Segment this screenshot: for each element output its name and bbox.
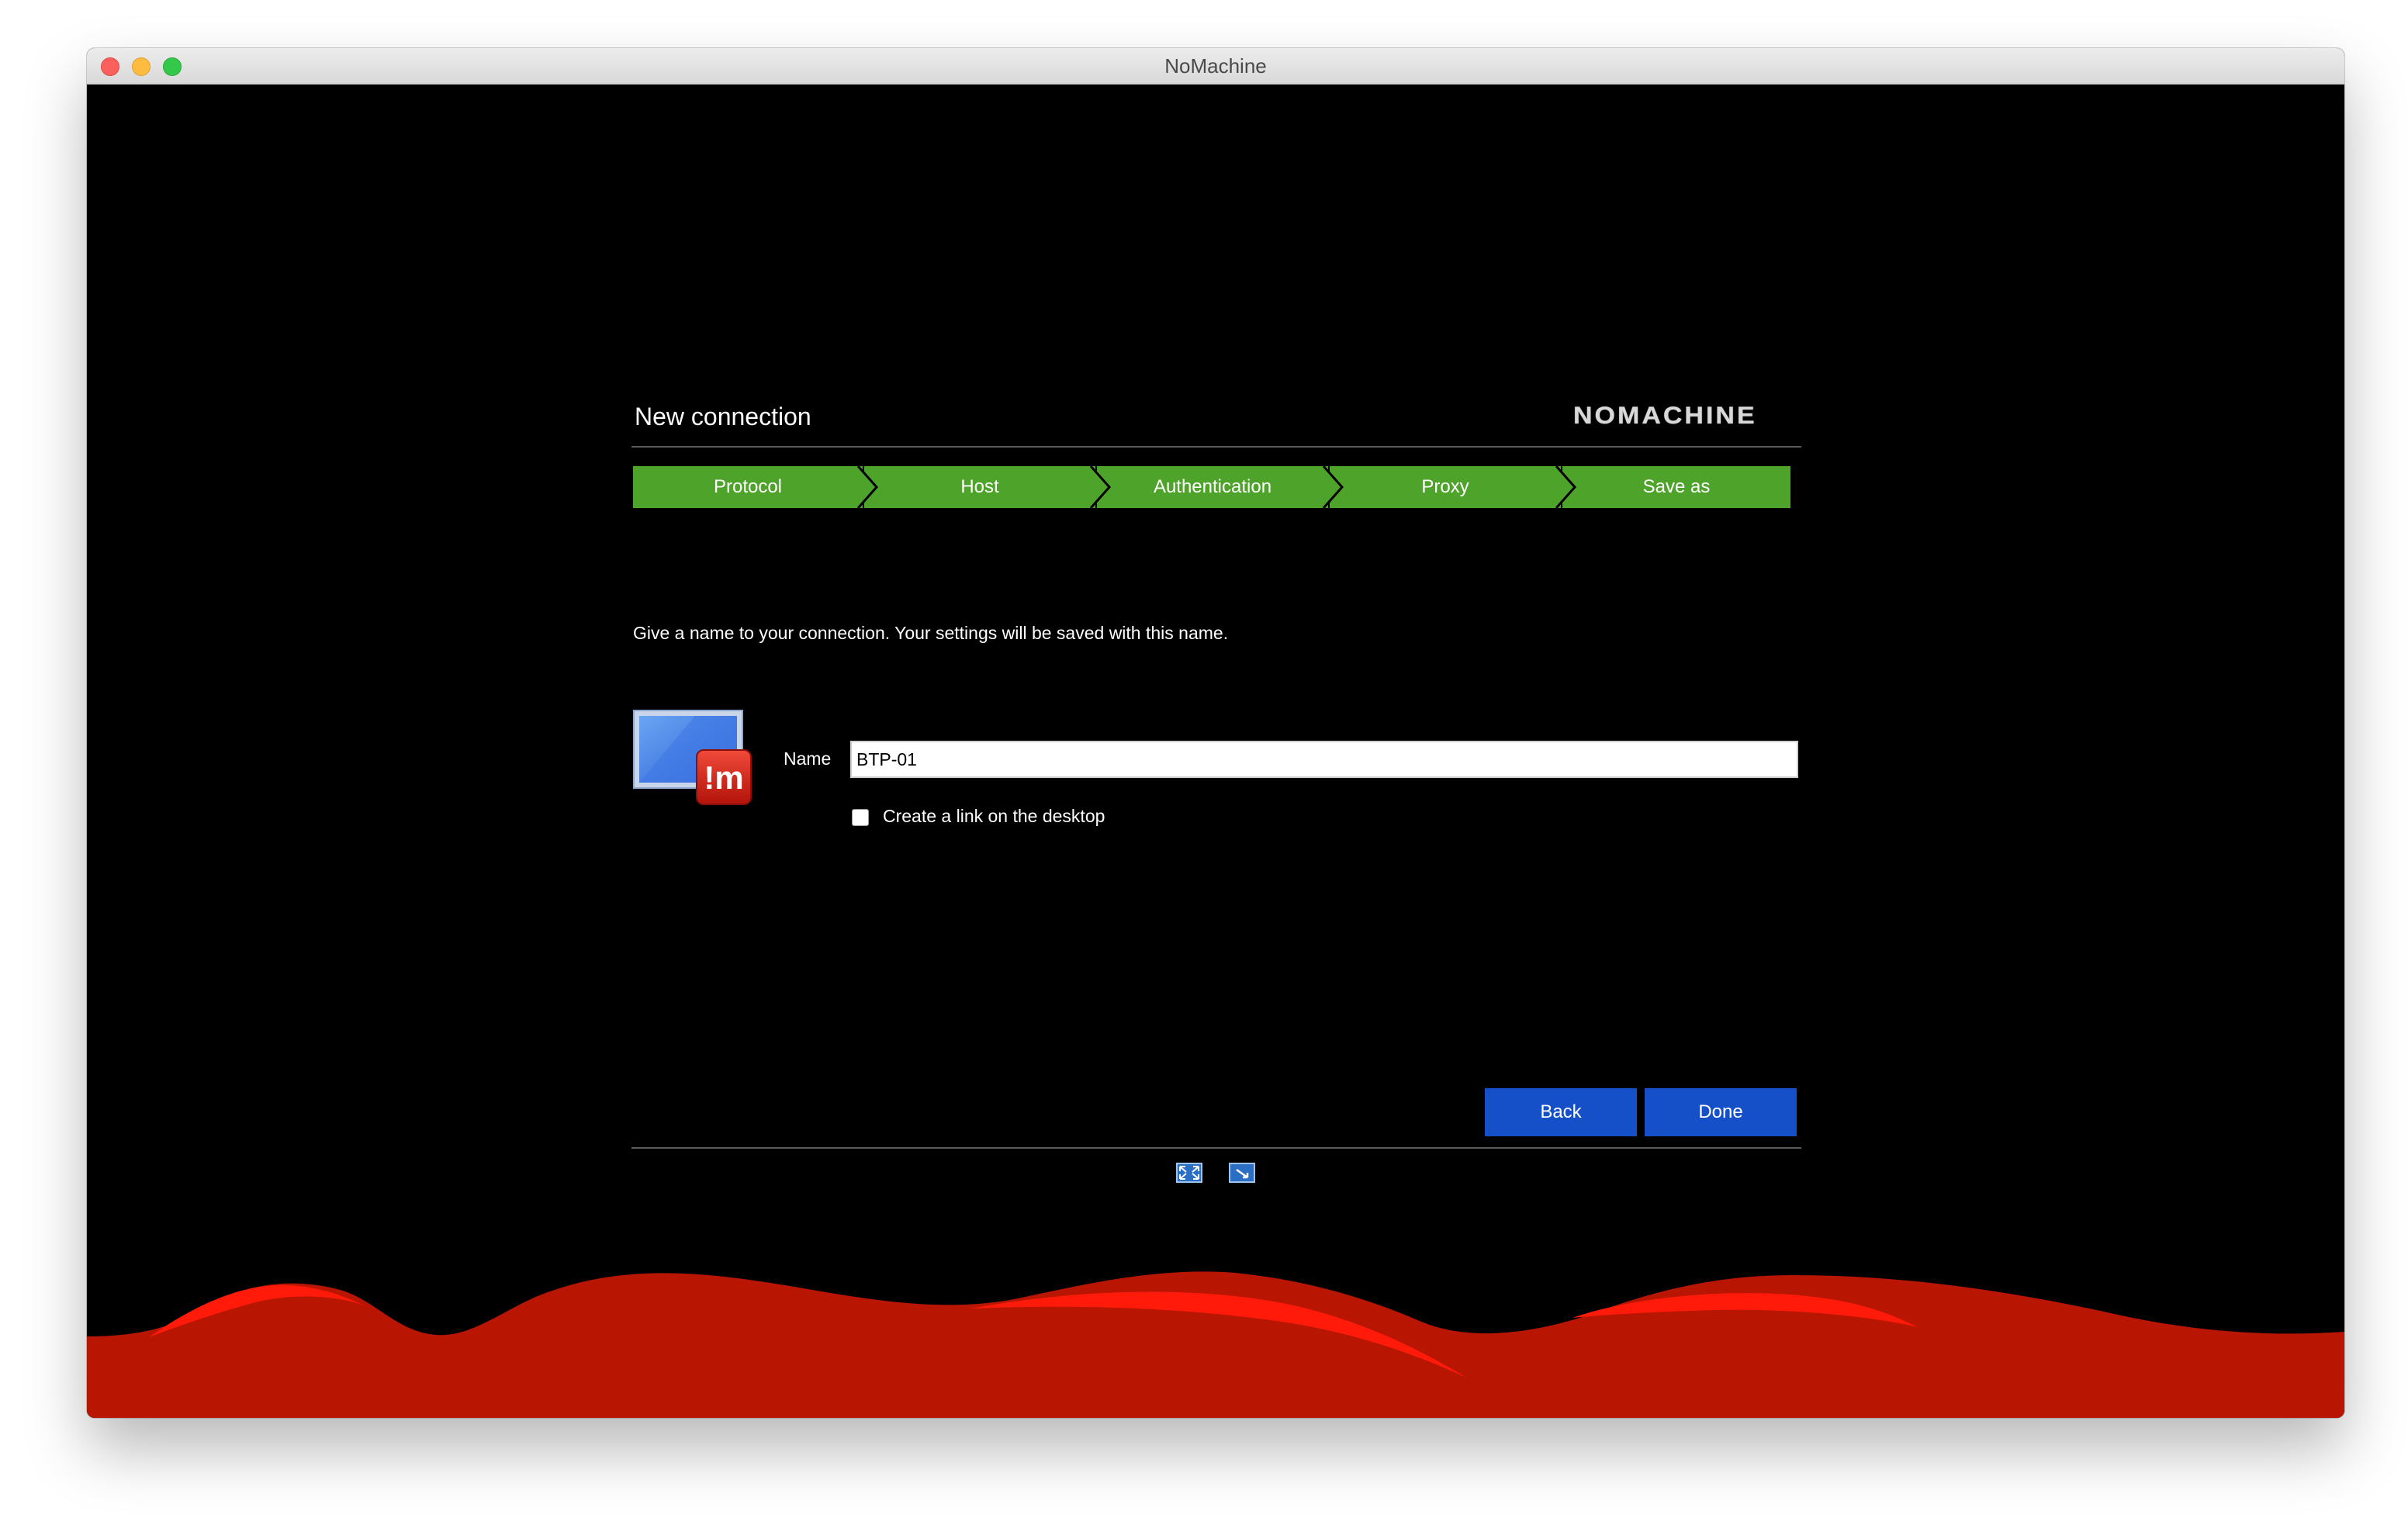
step-save-as[interactable]: Save as bbox=[1562, 466, 1790, 508]
name-label: Name bbox=[784, 748, 832, 769]
step-protocol[interactable]: Protocol bbox=[633, 466, 863, 508]
main-content: New connection NOMACHINE Protocol Host A… bbox=[87, 85, 2344, 1418]
footer-divider bbox=[631, 1147, 1801, 1149]
instruction-text: Give a name to your connection. Your set… bbox=[633, 623, 1229, 643]
fullscreen-icon[interactable] bbox=[1176, 1163, 1202, 1183]
window-title: NoMachine bbox=[1164, 54, 1267, 78]
window-mode-icon[interactable] bbox=[1229, 1163, 1255, 1183]
wizard-steps: Protocol Host Authentication Proxy Save … bbox=[633, 466, 1790, 508]
connection-monitor-icon: !m bbox=[633, 710, 752, 805]
step-host[interactable]: Host bbox=[864, 466, 1095, 508]
step-chevron-icon bbox=[855, 466, 878, 508]
title-bar[interactable]: NoMachine bbox=[87, 48, 2344, 85]
header-divider bbox=[631, 446, 1801, 448]
back-button[interactable]: Back bbox=[1485, 1088, 1637, 1136]
nomachine-window: NoMachine New connection NOMACHINE Proto… bbox=[87, 48, 2344, 1418]
desktop-link-checkbox[interactable] bbox=[852, 809, 869, 826]
step-authentication[interactable]: Authentication bbox=[1097, 466, 1328, 508]
done-button[interactable]: Done bbox=[1645, 1088, 1797, 1136]
step-proxy[interactable]: Proxy bbox=[1330, 466, 1561, 508]
step-chevron-icon bbox=[1553, 466, 1576, 508]
desktop-link-label[interactable]: Create a link on the desktop bbox=[883, 806, 1105, 827]
step-chevron-icon bbox=[1088, 466, 1111, 508]
nomachine-logo: NOMACHINE bbox=[1573, 402, 1757, 430]
connection-name-input[interactable] bbox=[850, 741, 1798, 778]
svg-text:!m: !m bbox=[704, 759, 743, 796]
page-title: New connection bbox=[635, 403, 811, 430]
step-chevron-icon bbox=[1320, 466, 1344, 508]
